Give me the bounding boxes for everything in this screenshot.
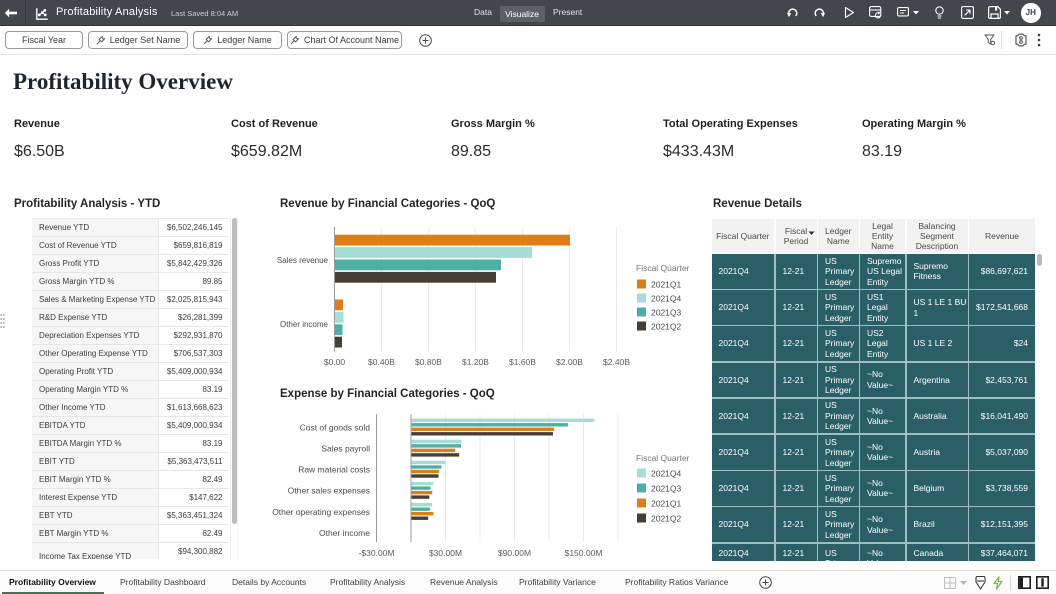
svg-text:Sales payroll: Sales payroll xyxy=(321,444,370,454)
svg-text:$2.40B: $2.40B xyxy=(603,357,630,367)
svg-text:$0.40B: $0.40B xyxy=(368,357,395,367)
svg-text:2021Q2: 2021Q2 xyxy=(651,322,682,332)
svg-text:$0.00: $0.00 xyxy=(324,357,346,367)
svg-text:$30.00M: $30.00M xyxy=(429,548,462,558)
svg-text:Other operating expenses: Other operating expenses xyxy=(272,507,370,517)
svg-text:$1.20B: $1.20B xyxy=(462,357,489,367)
svg-text:Other income: Other income xyxy=(319,528,370,538)
svg-text:Other income: Other income xyxy=(280,320,329,329)
svg-text:$0.80B: $0.80B xyxy=(415,357,442,367)
svg-text:Raw material costs: Raw material costs xyxy=(298,465,370,475)
svg-text:$1.60B: $1.60B xyxy=(509,357,536,367)
svg-text:Other sales expenses: Other sales expenses xyxy=(288,486,370,496)
svg-text:Sales revenue: Sales revenue xyxy=(277,256,329,265)
svg-text:$150.00M: $150.00M xyxy=(565,548,603,558)
svg-text:$2.00B: $2.00B xyxy=(556,357,583,367)
svg-text:Fiscal Quarter: Fiscal Quarter xyxy=(636,263,690,273)
svg-text:Fiscal Quarter: Fiscal Quarter xyxy=(636,453,690,463)
svg-text:-$30.00M: -$30.00M xyxy=(359,548,395,558)
svg-text:2021Q1: 2021Q1 xyxy=(651,280,682,290)
svg-text:2021Q2: 2021Q2 xyxy=(651,514,682,524)
svg-text:2021Q3: 2021Q3 xyxy=(651,308,682,318)
svg-text:$90.00M: $90.00M xyxy=(498,548,531,558)
svg-text:2021Q3: 2021Q3 xyxy=(651,484,682,494)
svg-text:2021Q4: 2021Q4 xyxy=(651,294,682,304)
svg-text:2021Q4: 2021Q4 xyxy=(651,469,682,479)
svg-text:Cost of goods sold: Cost of goods sold xyxy=(300,422,371,432)
svg-text:2021Q1: 2021Q1 xyxy=(651,499,682,509)
